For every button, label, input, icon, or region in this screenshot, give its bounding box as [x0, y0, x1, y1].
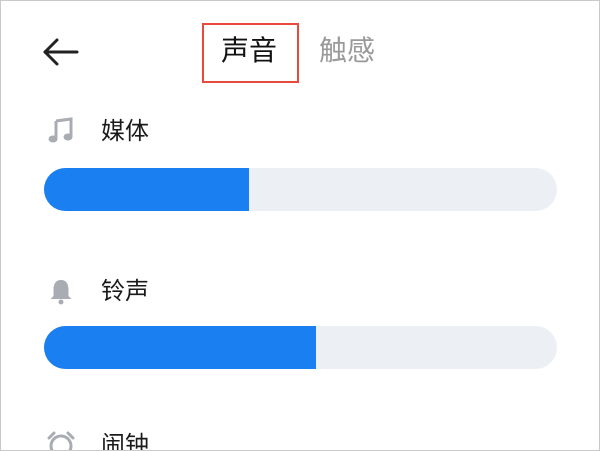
- ringtone-volume-fill: [44, 326, 316, 369]
- alarm-label: 闹钟: [101, 431, 149, 451]
- ringtone-volume-slider[interactable]: [44, 326, 557, 369]
- tab-haptic[interactable]: 触感: [319, 31, 375, 71]
- music-note-icon: [47, 117, 75, 145]
- media-volume-slider[interactable]: [44, 168, 557, 211]
- alarm-clock-icon: [47, 431, 75, 450]
- media-volume-fill: [44, 168, 250, 211]
- media-label: 媒体: [101, 117, 149, 145]
- back-arrow-icon: [43, 38, 79, 66]
- tab-sound[interactable]: 声音: [221, 31, 277, 71]
- back-button[interactable]: [41, 35, 81, 69]
- sound-settings-screen: 声音 触感 媒体 铃声 闹钟: [0, 0, 600, 451]
- bell-icon: [47, 277, 75, 305]
- ringtone-label: 铃声: [101, 277, 149, 305]
